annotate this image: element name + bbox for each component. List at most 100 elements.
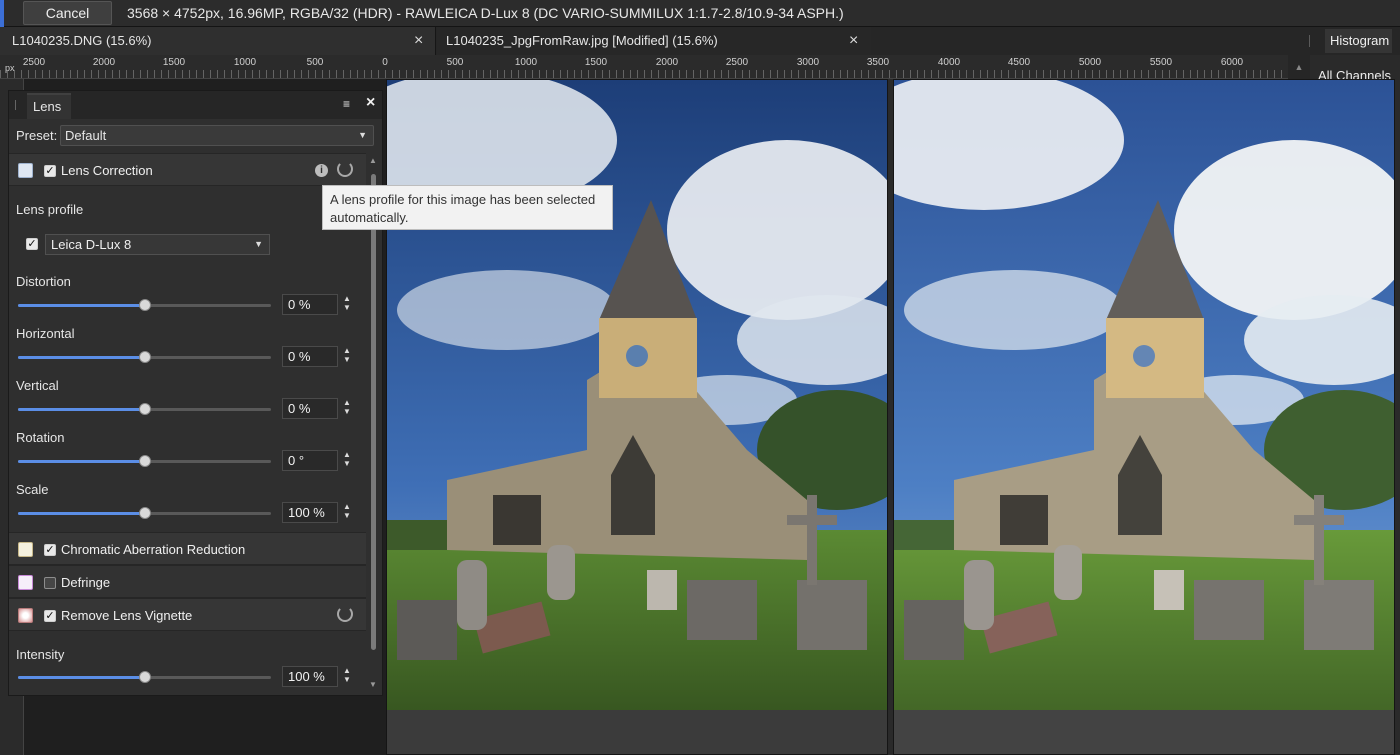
reset-icon[interactable] bbox=[337, 606, 353, 622]
lens-profile-label: Lens profile bbox=[16, 202, 84, 217]
panel-close-icon[interactable]: × bbox=[366, 94, 375, 112]
reset-icon[interactable] bbox=[337, 161, 353, 177]
horizontal-input[interactable]: 0 % bbox=[282, 346, 338, 367]
tab-label: L1040235.DNG (15.6%) bbox=[12, 33, 152, 48]
rotation-slider[interactable] bbox=[18, 455, 271, 467]
rotation-stepper-icon[interactable]: ▲ ▼ bbox=[341, 450, 353, 471]
close-tab-icon[interactable]: × bbox=[849, 27, 858, 55]
scale-stepper-icon[interactable]: ▲ ▼ bbox=[341, 502, 353, 523]
lens-panel: Lens ≡ × Preset: Default ▼ ✓ Lens Correc… bbox=[8, 90, 383, 696]
intensity-slider-fill bbox=[18, 676, 145, 679]
preset-label: Preset: bbox=[16, 128, 58, 143]
photo-canvas-dng[interactable] bbox=[386, 79, 888, 755]
panel-menu-icon[interactable]: ≡ bbox=[343, 97, 350, 111]
panel-grip[interactable] bbox=[15, 100, 16, 110]
lens-correction-row[interactable]: ✓ Lens Correction i bbox=[9, 153, 366, 186]
scroll-up-icon[interactable]: ▲ bbox=[1288, 55, 1310, 79]
distortion-slider-knob[interactable] bbox=[138, 299, 151, 311]
intensity-label: Intensity bbox=[16, 647, 65, 662]
vignette-icon bbox=[18, 608, 33, 623]
lens-profile-dropdown[interactable]: Leica D-Lux 8 ▼ bbox=[45, 234, 270, 255]
document-tab-dng[interactable]: L1040235.DNG (15.6%) × bbox=[0, 27, 436, 55]
chromatic-aberration-checkbox[interactable]: ✓ bbox=[44, 544, 56, 556]
intensity-slider[interactable] bbox=[18, 671, 271, 683]
lens-profile-checkbox[interactable]: ✓ bbox=[26, 238, 38, 250]
panel-scrollbar[interactable]: ▲ ▼ bbox=[369, 156, 377, 691]
chromatic-aberration-icon bbox=[18, 542, 33, 557]
ruler-label: 5000 bbox=[1078, 57, 1102, 68]
rotation-label: Rotation bbox=[16, 430, 65, 445]
preset-dropdown[interactable]: Default ▼ bbox=[60, 125, 374, 146]
intensity-stepper-icon[interactable]: ▲ ▼ bbox=[341, 666, 353, 687]
affinity-photo-window: Cancel 3568 × 4752px, 16.96MP, RGBA/32 (… bbox=[0, 0, 1400, 755]
cancel-button[interactable]: Cancel bbox=[23, 1, 112, 25]
intensity-slider-knob[interactable] bbox=[138, 671, 151, 683]
scale-slider-knob[interactable] bbox=[138, 507, 151, 519]
scroll-down-icon[interactable]: ▼ bbox=[369, 680, 377, 689]
photo-canvas-jpg[interactable] bbox=[893, 79, 1395, 755]
vertical-slider-knob[interactable] bbox=[138, 403, 151, 415]
vertical-stepper-icon[interactable]: ▲ ▼ bbox=[341, 398, 353, 419]
ruler-label: 5500 bbox=[1149, 57, 1173, 68]
toolbar-accent bbox=[0, 0, 4, 27]
remove-vignette-label: Remove Lens Vignette bbox=[61, 608, 193, 623]
horizontal-slider-fill bbox=[18, 356, 145, 359]
tab-separator bbox=[1309, 35, 1310, 47]
chromatic-aberration-label: Chromatic Aberration Reduction bbox=[61, 542, 246, 557]
ruler-label: 4500 bbox=[1007, 57, 1031, 68]
vertical-input[interactable]: 0 % bbox=[282, 398, 338, 419]
ruler-label: 500 bbox=[446, 57, 464, 68]
distortion-slider[interactable] bbox=[18, 299, 271, 311]
scale-slider[interactable] bbox=[18, 507, 271, 519]
ruler-label: 500 bbox=[306, 57, 324, 68]
defringe-label: Defringe bbox=[61, 575, 111, 590]
horizontal-slider[interactable] bbox=[18, 351, 271, 363]
intensity-input[interactable]: 100 % bbox=[282, 666, 338, 687]
distortion-stepper-icon[interactable]: ▲ ▼ bbox=[341, 294, 353, 315]
tab-lens[interactable]: Lens bbox=[27, 93, 71, 119]
document-tab-bar: L1040235.DNG (15.6%) × L1040235_JpgFromR… bbox=[0, 27, 1400, 55]
ruler-label: 6000 bbox=[1220, 57, 1244, 68]
ruler-label: 2500 bbox=[22, 57, 46, 68]
rotation-input[interactable]: 0 ° bbox=[282, 450, 338, 471]
horizontal-slider-knob[interactable] bbox=[138, 351, 151, 363]
distortion-input[interactable]: 0 % bbox=[282, 294, 338, 315]
vertical-label: Vertical bbox=[16, 378, 59, 393]
scroll-up-icon[interactable]: ▲ bbox=[369, 156, 377, 165]
horizontal-stepper-icon[interactable]: ▲ ▼ bbox=[341, 346, 353, 367]
chromatic-aberration-row[interactable]: ✓ Chromatic Aberration Reduction bbox=[9, 532, 366, 565]
scale-input[interactable]: 100 % bbox=[282, 502, 338, 523]
remove-vignette-row[interactable]: ✓ Remove Lens Vignette bbox=[9, 598, 366, 631]
preset-value: Default bbox=[65, 128, 107, 143]
chevron-down-icon: ▼ bbox=[254, 239, 263, 249]
studio-tab-bar: Histogram bbox=[1300, 27, 1400, 55]
lens-correction-checkbox[interactable]: ✓ bbox=[44, 165, 56, 177]
panel-header: Lens ≡ × bbox=[9, 91, 382, 119]
vertical-slider[interactable] bbox=[18, 403, 271, 415]
scrollbar-thumb[interactable] bbox=[371, 174, 376, 650]
tab-label: L1040235_JpgFromRaw.jpg [Modified] (15.6… bbox=[446, 33, 718, 48]
document-tab-jpg[interactable]: L1040235_JpgFromRaw.jpg [Modified] (15.6… bbox=[437, 27, 871, 55]
remove-vignette-checkbox[interactable]: ✓ bbox=[44, 610, 56, 622]
tab-histogram[interactable]: Histogram bbox=[1325, 29, 1392, 53]
ruler-label: 2500 bbox=[725, 57, 749, 68]
ruler-label: 1500 bbox=[584, 57, 608, 68]
ruler-label: 1500 bbox=[162, 57, 186, 68]
ruler-label: 2000 bbox=[92, 57, 116, 68]
chevron-down-icon: ▼ bbox=[358, 130, 367, 140]
church-photo-right bbox=[894, 80, 1394, 754]
rotation-slider-knob[interactable] bbox=[138, 455, 151, 467]
info-icon[interactable]: i bbox=[315, 164, 328, 177]
lens-correction-label: Lens Correction bbox=[61, 163, 153, 178]
close-tab-icon[interactable]: × bbox=[414, 27, 423, 55]
ruler-label: 3500 bbox=[866, 57, 890, 68]
lens-correction-icon bbox=[18, 163, 33, 178]
horizontal-label: Horizontal bbox=[16, 326, 75, 341]
vertical-slider-fill bbox=[18, 408, 145, 411]
context-toolbar: Cancel 3568 × 4752px, 16.96MP, RGBA/32 (… bbox=[0, 0, 1400, 27]
lens-info-text: LEICA D-Lux 8 (DC VARIO-SUMMILUX 1:1.7-2… bbox=[437, 5, 844, 21]
horizontal-ruler: px 2500 2000 1500 1000 500 0 500 1000 1500 2000 25… bbox=[0, 55, 1288, 79]
defringe-checkbox[interactable] bbox=[44, 577, 56, 589]
defringe-row[interactable]: Defringe bbox=[9, 565, 366, 598]
scale-slider-fill bbox=[18, 512, 145, 515]
